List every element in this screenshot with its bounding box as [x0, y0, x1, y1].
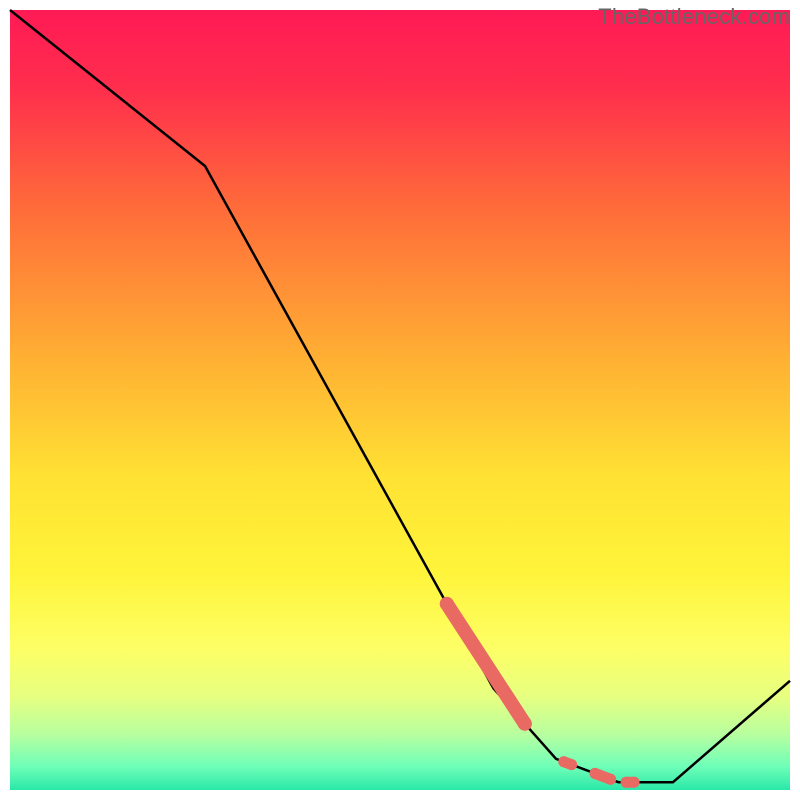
highlight-dot: [590, 768, 601, 779]
gradient-background: [10, 10, 790, 790]
highlight-dot: [518, 717, 532, 731]
watermark-text: TheBottleneck.com: [598, 4, 790, 30]
highlight-dot: [440, 597, 454, 611]
highlight-dot: [566, 759, 577, 770]
highlight-dot: [629, 777, 640, 788]
bottleneck-chart: TheBottleneck.com: [0, 0, 800, 800]
highlight-dot: [605, 774, 616, 785]
chart-canvas: [0, 0, 800, 800]
